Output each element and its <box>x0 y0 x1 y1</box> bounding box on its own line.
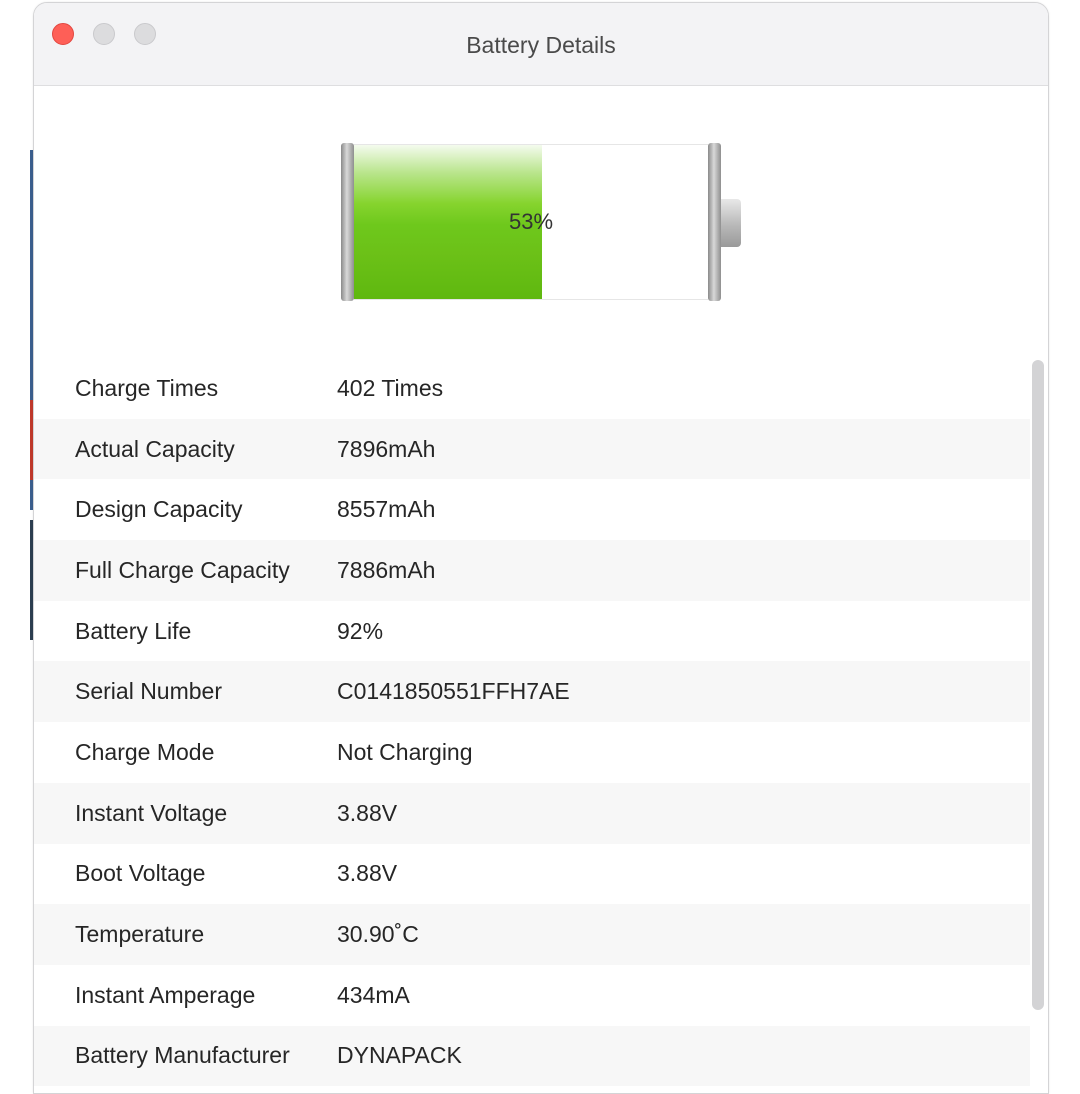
row-label: Temperature <box>75 921 205 948</box>
row-value: 3.88V <box>337 860 398 887</box>
vertical-scrollbar[interactable] <box>1032 360 1044 1010</box>
row-label: Design Capacity <box>75 496 243 523</box>
row-label: Instant Voltage <box>75 799 228 826</box>
row-value: 402 Times <box>337 374 444 401</box>
battery-left-cap <box>341 143 354 301</box>
row-value: 434mA <box>337 981 410 1008</box>
table-row: Instant Amperage 434mA <box>34 965 1030 1026</box>
battery-percent-label: 53% <box>508 209 554 234</box>
window-title: Battery Details <box>466 32 616 58</box>
battery-icon: 53% <box>341 143 751 303</box>
battery-details-table: Charge Times 402 Times Actual Capacity 789… <box>34 358 1030 1087</box>
table-row: Temperature 30.90˚C <box>34 904 1030 965</box>
row-value: 8557mAh <box>337 496 436 523</box>
table-row: Design Capacity 8557mAh <box>34 479 1030 540</box>
row-value: 92% <box>337 617 384 644</box>
row-label: Full Charge Capacity <box>75 556 290 583</box>
table-row: Instant Voltage 3.88V <box>34 782 1030 844</box>
row-label: Charge Mode <box>75 738 215 765</box>
battery-details-window: Battery Details 53% Charge Times 402 Time… <box>33 2 1049 1094</box>
row-value: 3.88V <box>337 799 398 826</box>
row-value: Not Charging <box>337 738 473 765</box>
row-label: Charge Times <box>75 374 219 401</box>
title-bar[interactable]: Battery Details <box>34 3 1048 86</box>
row-label: Boot Voltage <box>75 860 206 887</box>
battery-right-cap <box>708 143 721 301</box>
desktop-left-edge <box>0 0 34 1080</box>
table-row: Charge Mode Not Charging <box>34 722 1030 783</box>
table-row: Actual Capacity 7896mAh <box>34 418 1030 480</box>
battery-terminal <box>721 199 741 247</box>
row-label: Actual Capacity <box>75 435 235 462</box>
row-value: 7886mAh <box>337 556 436 583</box>
row-label: Battery Life <box>75 617 192 644</box>
table-row: Boot Voltage 3.88V <box>34 844 1030 905</box>
row-value: 7896mAh <box>337 435 436 462</box>
battery-body: 53% <box>354 144 708 300</box>
table-row: Charge Times 402 Times <box>34 358 1030 419</box>
table-row: Serial Number C0141850551FFH7AE <box>34 661 1030 723</box>
table-row: Battery Manufacturer DYNAPACK <box>34 1025 1030 1087</box>
row-value: 30.90˚C <box>337 921 419 948</box>
row-label: Instant Amperage <box>75 981 256 1008</box>
row-value: DYNAPACK <box>337 1042 462 1069</box>
row-label: Battery Manufacturer <box>75 1042 290 1069</box>
desktop-right-edge <box>1046 0 1080 1080</box>
row-value: C0141850551FFH7AE <box>337 678 570 705</box>
row-label: Serial Number <box>75 678 222 705</box>
table-row: Full Charge Capacity 7886mAh <box>34 540 1030 601</box>
table-row: Battery Life 92% <box>34 601 1030 662</box>
